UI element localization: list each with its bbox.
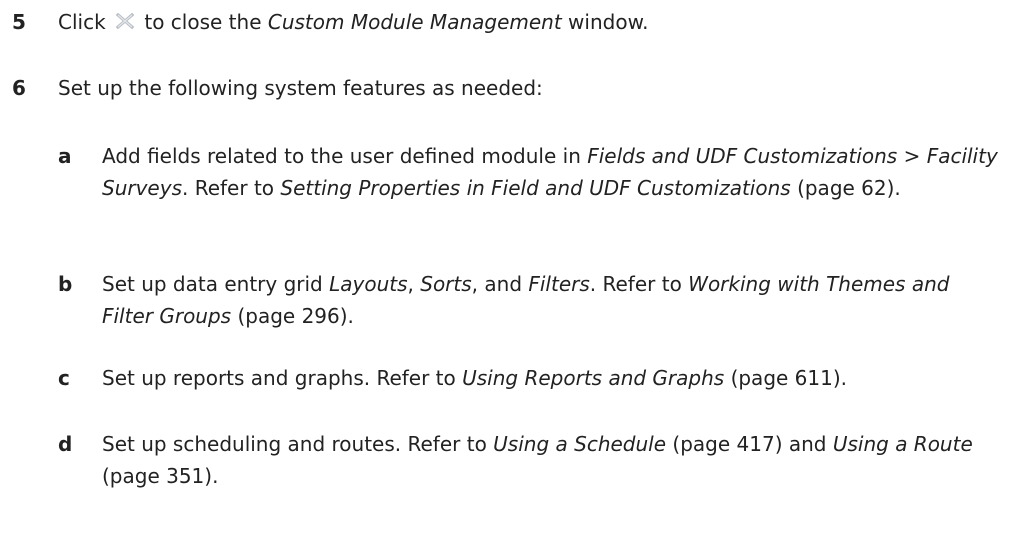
step-text: Set up the following system features as … xyxy=(58,76,543,100)
text-run: Add fields related to the user defined m… xyxy=(102,144,581,168)
substep-letter: d xyxy=(58,432,73,456)
text-run: . Refer to xyxy=(589,272,682,296)
cross-reference-title[interactable]: Using Reports and Graphs xyxy=(462,366,724,390)
text-run: Set up reports and graphs. Refer to xyxy=(102,366,456,390)
feature-name: Layouts xyxy=(329,272,408,296)
text-run: , and xyxy=(471,272,523,296)
cross-reference-title[interactable]: Using a Schedule xyxy=(493,432,666,456)
substep-letter: a xyxy=(58,144,72,168)
substep-text: Set up scheduling and routes. Refer to U… xyxy=(102,428,1002,492)
step-text: Click to close the Custom Module Managem… xyxy=(58,6,648,38)
document-page: { "step5": { "num": "5", "pre": "Click",… xyxy=(0,0,1027,535)
path-separator: > xyxy=(903,144,921,168)
cross-reference-title[interactable]: Setting Properties in Field and UDF Cust… xyxy=(280,176,790,200)
feature-name: Sorts xyxy=(420,272,472,296)
page-reference: (page 417) and xyxy=(672,432,827,456)
step-5-click-text: Click xyxy=(58,10,106,34)
close-icon xyxy=(114,9,136,31)
text-run: Set up data entry grid xyxy=(102,272,323,296)
cross-reference-title[interactable]: Using a Route xyxy=(833,432,973,456)
text-run: . Refer to xyxy=(182,176,275,200)
substep-letter: c xyxy=(58,366,70,390)
text-run: , xyxy=(407,272,414,296)
step-number: 5 xyxy=(12,10,26,34)
page-reference: (page 351). xyxy=(102,464,219,488)
substep-letter: b xyxy=(58,272,73,296)
page-reference: (page 611). xyxy=(730,366,848,390)
step-number: 6 xyxy=(12,76,26,100)
text-run: Set up scheduling and routes. Refer to xyxy=(102,432,487,456)
feature-name: Filters xyxy=(528,272,590,296)
menu-path-item: Fields and UDF Customizations xyxy=(587,144,898,168)
page-reference: (page 62). xyxy=(797,176,901,200)
step-5-mid-text: to close the xyxy=(144,10,262,34)
substep-text: Set up data entry grid Layouts, Sorts, a… xyxy=(102,268,1002,332)
step-5-end-text: window. xyxy=(568,10,649,34)
window-name: Custom Module Management xyxy=(267,10,562,34)
substep-text: Set up reports and graphs. Refer to Usin… xyxy=(102,362,1002,394)
page-reference: (page 296). xyxy=(237,304,354,328)
substep-text: Add fields related to the user defined m… xyxy=(102,140,1002,204)
